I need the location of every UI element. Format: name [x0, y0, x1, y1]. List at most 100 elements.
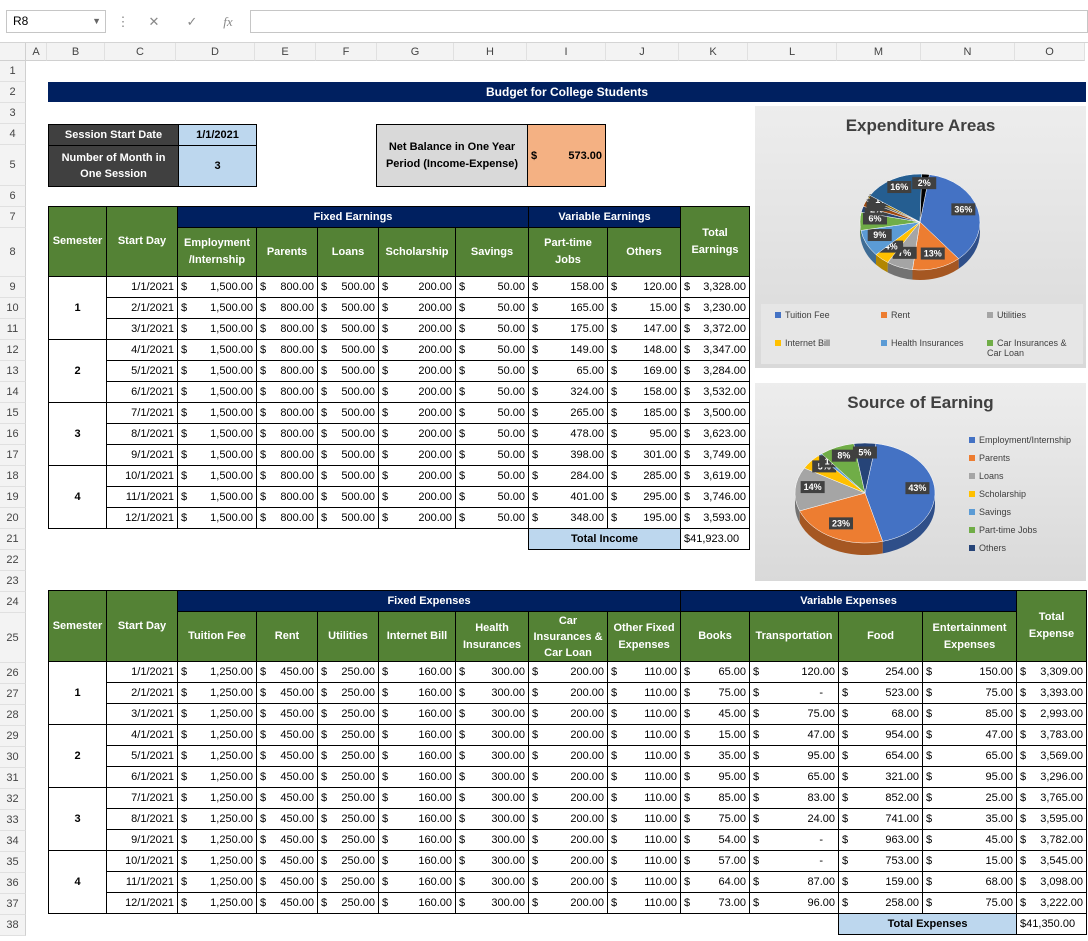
amount-cell[interactable]: $250.00	[317, 850, 379, 872]
row-header[interactable]: 18	[0, 466, 26, 487]
column-header[interactable]: M	[837, 43, 921, 61]
amount-cell[interactable]: $800.00	[256, 381, 318, 403]
amount-cell[interactable]: $65.00	[528, 360, 608, 382]
amount-cell[interactable]: $300.00	[455, 829, 529, 851]
total-cell[interactable]: $3,328.00	[680, 276, 751, 298]
date-cell[interactable]: 11/1/2021	[106, 486, 178, 508]
amount-cell[interactable]: $1,500.00	[177, 297, 257, 319]
amount-cell[interactable]: $1,250.00	[177, 745, 257, 767]
total-cell[interactable]: $3,372.00	[680, 318, 751, 340]
date-cell[interactable]: 2/1/2021	[106, 297, 178, 319]
amount-cell[interactable]: $75.00	[922, 892, 1018, 914]
row-header[interactable]: 24	[0, 592, 26, 613]
amount-cell[interactable]: $85.00	[922, 703, 1018, 725]
amount-cell[interactable]: $110.00	[606, 892, 682, 914]
amount-cell[interactable]: $160.00	[378, 871, 456, 893]
amount-cell[interactable]: $160.00	[378, 724, 456, 746]
date-cell[interactable]: 7/1/2021	[106, 402, 178, 424]
session-start-value[interactable]: 1/1/2021	[178, 124, 257, 146]
amount-cell[interactable]: $25.00	[922, 787, 1018, 809]
expenditure-chart[interactable]: Expenditure Areas 36%13%7%4%9%6%2%2%1%1%…	[755, 106, 1086, 368]
amount-cell[interactable]: $1,250.00	[177, 787, 257, 809]
amount-cell[interactable]: $160.00	[378, 703, 456, 725]
column-header[interactable]: L	[748, 43, 837, 61]
amount-cell[interactable]: $450.00	[256, 745, 318, 767]
amount-cell[interactable]: $500.00	[317, 486, 379, 508]
amount-cell[interactable]: $35.00	[922, 808, 1018, 830]
function-icon[interactable]: fx	[217, 10, 239, 33]
total-cell[interactable]: $3,393.00	[1016, 682, 1088, 704]
total-cell[interactable]: $3,782.00	[1016, 829, 1088, 851]
row-header[interactable]: 28	[0, 705, 26, 726]
date-cell[interactable]: 11/1/2021	[106, 871, 178, 893]
amount-cell[interactable]: $265.00	[528, 402, 608, 424]
amount-cell[interactable]: $120.00	[749, 661, 840, 683]
amount-cell[interactable]: $35.00	[680, 745, 751, 767]
column-header[interactable]: H	[454, 43, 527, 61]
amount-cell[interactable]: $1,500.00	[177, 360, 257, 382]
amount-cell[interactable]: $200.00	[378, 486, 456, 508]
amount-cell[interactable]: $1,500.00	[177, 381, 257, 403]
amount-cell[interactable]: $450.00	[256, 808, 318, 830]
amount-cell[interactable]: $1,500.00	[177, 339, 257, 361]
row-header[interactable]: 3	[0, 103, 26, 124]
amount-cell[interactable]: $284.00	[528, 465, 608, 487]
row-header[interactable]: 16	[0, 424, 26, 445]
total-cell[interactable]: $3,296.00	[1016, 766, 1088, 788]
total-cell[interactable]: $3,230.00	[680, 297, 751, 319]
row-header[interactable]: 19	[0, 487, 26, 508]
amount-cell[interactable]: $169.00	[606, 360, 682, 382]
amount-cell[interactable]: $ -	[749, 829, 840, 851]
row-header[interactable]: 6	[0, 186, 26, 207]
row-header[interactable]: 38	[0, 915, 26, 936]
amount-cell[interactable]: $800.00	[256, 339, 318, 361]
amount-cell[interactable]: $1,250.00	[177, 766, 257, 788]
column-header[interactable]: J	[606, 43, 679, 61]
amount-cell[interactable]: $75.00	[922, 682, 1018, 704]
column-header[interactable]: D	[176, 43, 255, 61]
amount-cell[interactable]: $47.00	[922, 724, 1018, 746]
amount-cell[interactable]: $500.00	[317, 276, 379, 298]
amount-cell[interactable]: $1,250.00	[177, 850, 257, 872]
amount-cell[interactable]: $83.00	[749, 787, 840, 809]
amount-cell[interactable]: $200.00	[378, 507, 456, 529]
formula-input[interactable]	[250, 10, 1088, 33]
amount-cell[interactable]: $963.00	[838, 829, 924, 851]
amount-cell[interactable]: $301.00	[606, 444, 682, 466]
amount-cell[interactable]: $300.00	[455, 850, 529, 872]
amount-cell[interactable]: $800.00	[256, 402, 318, 424]
total-cell[interactable]: $3,595.00	[1016, 808, 1088, 830]
amount-cell[interactable]: $87.00	[749, 871, 840, 893]
amount-cell[interactable]: $500.00	[317, 318, 379, 340]
total-cell[interactable]: $3,284.00	[680, 360, 751, 382]
row-header[interactable]: 33	[0, 810, 26, 831]
total-cell[interactable]: $3,098.00	[1016, 871, 1088, 893]
amount-cell[interactable]: $450.00	[256, 703, 318, 725]
amount-cell[interactable]: $1,500.00	[177, 318, 257, 340]
amount-cell[interactable]: $200.00	[378, 360, 456, 382]
amount-cell[interactable]: $1,250.00	[177, 829, 257, 851]
amount-cell[interactable]: $285.00	[606, 465, 682, 487]
amount-cell[interactable]: $ -	[749, 850, 840, 872]
amount-cell[interactable]: $1,500.00	[177, 444, 257, 466]
total-cell[interactable]: $3,347.00	[680, 339, 751, 361]
amount-cell[interactable]: $110.00	[606, 745, 682, 767]
enter-icon[interactable]: ✓	[181, 10, 203, 33]
date-cell[interactable]: 10/1/2021	[106, 850, 178, 872]
amount-cell[interactable]: $1,500.00	[177, 402, 257, 424]
total-cell[interactable]: $2,993.00	[1016, 703, 1088, 725]
amount-cell[interactable]: $500.00	[317, 402, 379, 424]
date-cell[interactable]: 5/1/2021	[106, 360, 178, 382]
row-header[interactable]: 22	[0, 550, 26, 571]
amount-cell[interactable]: $73.00	[680, 892, 751, 914]
select-all-corner[interactable]	[0, 43, 26, 61]
amount-cell[interactable]: $65.00	[680, 661, 751, 683]
amount-cell[interactable]: $1,500.00	[177, 465, 257, 487]
total-cell[interactable]: $3,593.00	[680, 507, 751, 529]
amount-cell[interactable]: $250.00	[317, 661, 379, 683]
total-expenses-value[interactable]: $41,350.00	[1016, 913, 1088, 935]
amount-cell[interactable]: $110.00	[606, 682, 682, 704]
date-cell[interactable]: 3/1/2021	[106, 703, 178, 725]
amount-cell[interactable]: $15.00	[680, 724, 751, 746]
amount-cell[interactable]: $250.00	[317, 682, 379, 704]
